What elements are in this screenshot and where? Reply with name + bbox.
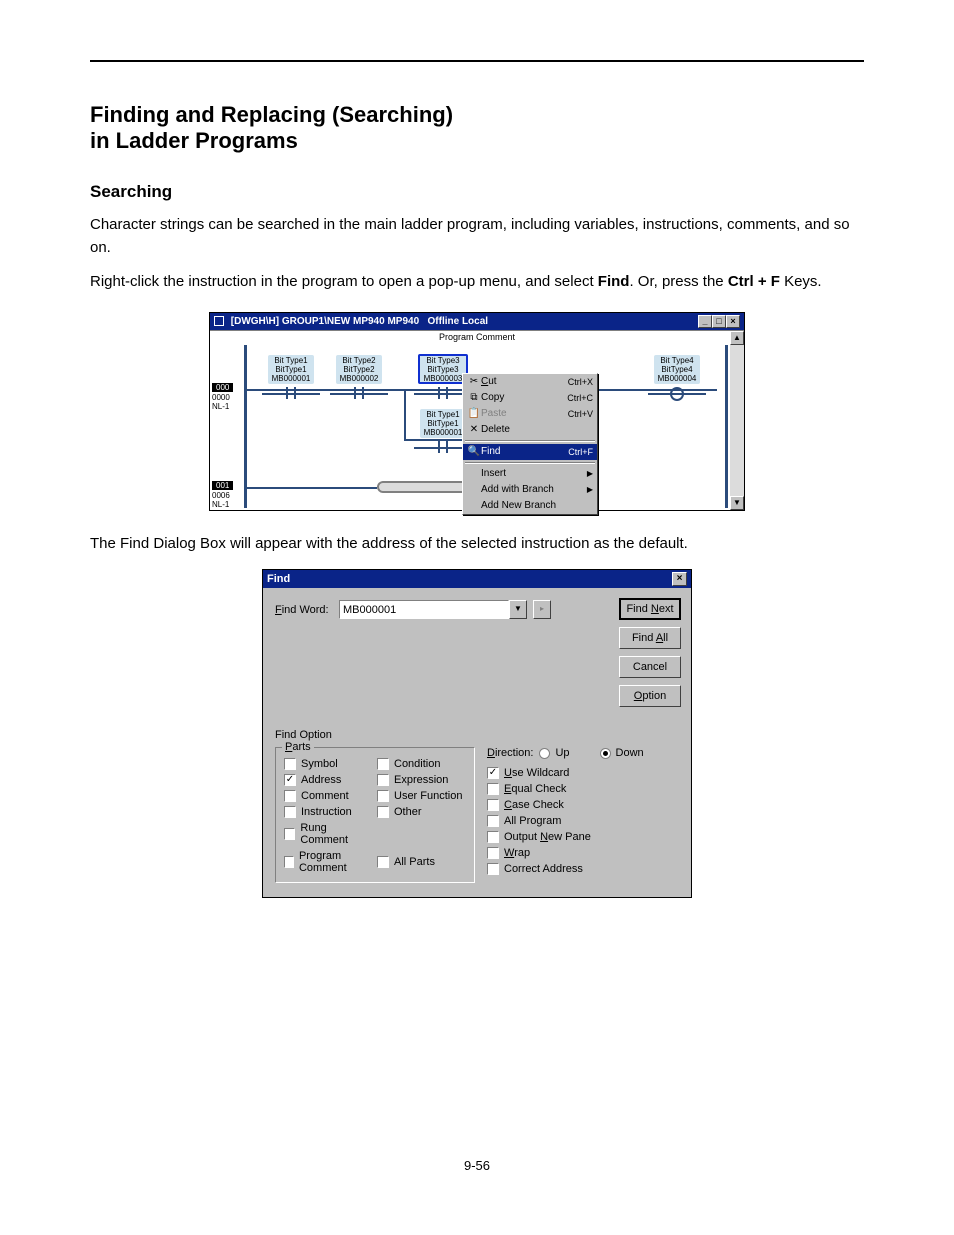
vertical-scrollbar[interactable]: ▲ ▼ [730, 331, 744, 510]
chk-program-comment[interactable]: Program Comment [284, 850, 373, 874]
menu-insert[interactable]: Insert▶ [463, 466, 597, 482]
right-power-rail [725, 345, 728, 508]
menu-cut[interactable]: ✂CutCtrl+X [463, 374, 597, 390]
rung-number-0: 000 0000 NL-1 [212, 383, 233, 411]
chk-output-new-pane[interactable]: Output New Pane [487, 831, 679, 843]
find-word-label: Find Word: [275, 604, 339, 616]
rung-number-1: 001 0006 NL-1 [212, 481, 233, 509]
close-button[interactable]: × [726, 315, 740, 328]
menu-paste: 📋PasteCtrl+V [463, 406, 597, 422]
chk-address[interactable]: ✓Address [284, 774, 373, 786]
context-menu: ✂CutCtrl+X ⧉CopyCtrl+C 📋PasteCtrl+V ✕Del… [462, 373, 598, 515]
radio-up[interactable]: Up [539, 747, 569, 759]
selection-outline [418, 354, 468, 384]
find-dialog-titlebar: Find × [263, 570, 691, 588]
menu-find[interactable]: 🔍FindCtrl+F [463, 444, 597, 460]
page-number: 9-56 [90, 1158, 864, 1173]
chk-case-check[interactable]: Case Check [487, 799, 679, 811]
contact-branch-bit1[interactable]: Bit Type1BitType1MB000001 [420, 409, 466, 454]
chk-condition[interactable]: Condition [377, 758, 466, 770]
parts-groupbox: Parts Symbol Condition ✓Address Expressi… [275, 747, 475, 883]
find-next-button[interactable]: Find Next [619, 598, 681, 620]
scroll-up-arrow[interactable]: ▲ [730, 331, 744, 345]
ladder-canvas[interactable]: Program Comment 000 0000 NL-1 Bit Type1B… [210, 330, 744, 510]
left-power-rail [244, 345, 247, 508]
para-after-fig1: The Find Dialog Box will appear with the… [90, 533, 864, 556]
menu-delete[interactable]: ✕Delete [463, 422, 597, 438]
chk-instruction[interactable]: Instruction [284, 806, 373, 818]
scroll-down-arrow[interactable]: ▼ [730, 496, 744, 510]
chk-other[interactable]: Other [377, 806, 466, 818]
direction-label: Direction: [487, 747, 533, 759]
find-word-input[interactable]: MB000001 [339, 600, 509, 619]
page-heading: Finding and Replacing (Searching) in Lad… [90, 102, 864, 154]
window-titlebar: [DWGH\H] GROUP1\NEW MP940 MP940 Offline … [210, 313, 744, 330]
find-word-aux-button[interactable]: ▸ [533, 600, 551, 619]
option-button[interactable]: Option [619, 685, 681, 707]
para-intro: Character strings can be searched in the… [90, 214, 864, 259]
contact-bit1[interactable]: Bit Type1BitType1MB000001 [268, 355, 314, 400]
find-all-button[interactable]: Find All [619, 627, 681, 649]
chk-equal-check[interactable]: Equal Check [487, 783, 679, 795]
radio-down[interactable]: Down [600, 747, 644, 759]
chk-correct-address[interactable]: Correct Address [487, 863, 679, 875]
app-icon [214, 316, 224, 326]
chk-rung-comment[interactable]: Rung Comment [284, 822, 373, 846]
find-word-dropdown[interactable]: ▼ [509, 600, 527, 619]
close-icon[interactable]: × [672, 572, 687, 586]
chk-all-parts[interactable]: All Parts [377, 850, 466, 874]
chk-comment[interactable]: Comment [284, 790, 373, 802]
chk-all-program[interactable]: All Program [487, 815, 679, 827]
para-howto: Right-click the instruction in the progr… [90, 271, 864, 294]
cancel-button[interactable]: Cancel [619, 656, 681, 678]
chk-symbol[interactable]: Symbol [284, 758, 373, 770]
program-comment-label: Program Comment [439, 332, 515, 342]
ladder-editor-window: [DWGH\H] GROUP1\NEW MP940 MP940 Offline … [209, 312, 745, 511]
menu-add-with-branch[interactable]: Add with Branch▶ [463, 482, 597, 498]
contact-bit2[interactable]: Bit Type2BitType2MB000002 [336, 355, 382, 400]
maximize-button[interactable]: □ [712, 315, 726, 328]
empty-rung-slot[interactable] [377, 481, 471, 493]
section-searching: Searching [90, 182, 864, 202]
menu-add-new-branch[interactable]: Add New Branch [463, 498, 597, 514]
minimize-button[interactable]: _ [698, 315, 712, 328]
find-option-label: Find Option [275, 729, 679, 741]
chk-use-wildcard[interactable]: ✓Use Wildcard [487, 767, 679, 779]
menu-copy[interactable]: ⧉CopyCtrl+C [463, 390, 597, 406]
coil-bit4[interactable]: Bit Type4BitType4MB000004 [654, 355, 700, 400]
find-dialog: Find × Find Word: MB000001 ▼ ▸ Find Next… [262, 569, 692, 898]
chk-expression[interactable]: Expression [377, 774, 466, 786]
chk-user-function[interactable]: User Function [377, 790, 466, 802]
chk-wrap[interactable]: Wrap [487, 847, 679, 859]
